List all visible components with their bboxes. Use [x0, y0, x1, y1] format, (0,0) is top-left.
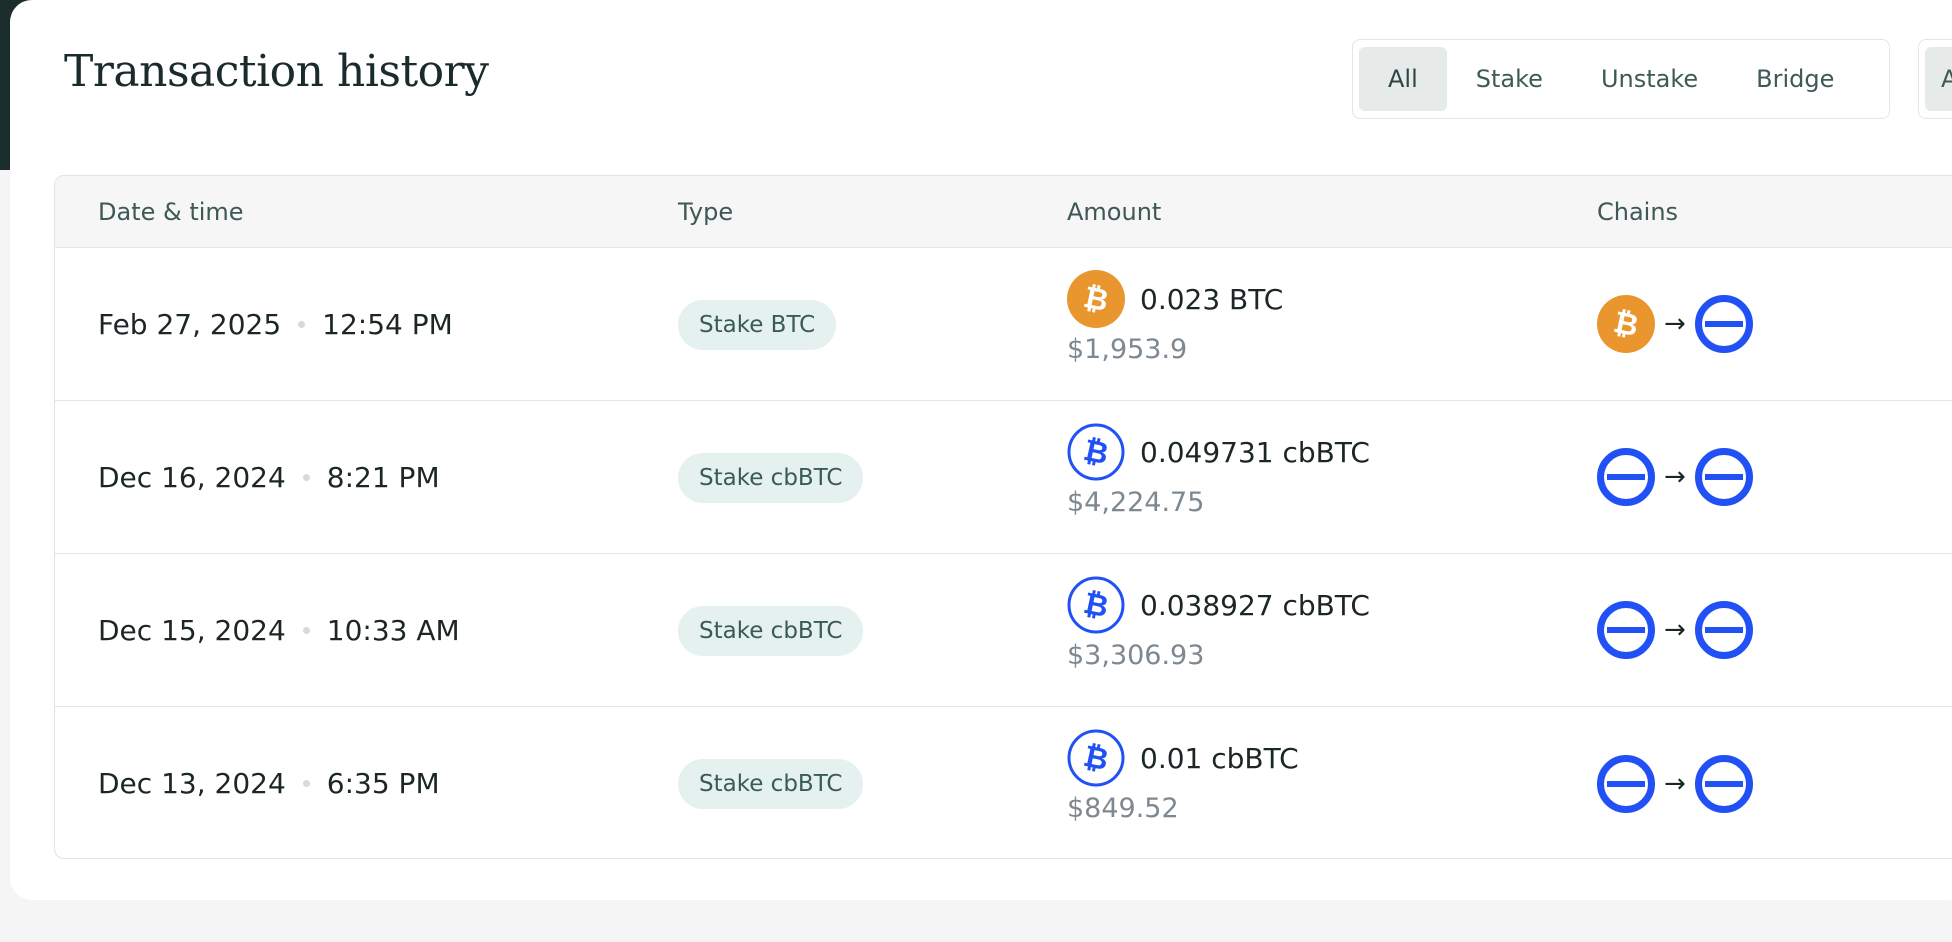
base-chain-icon: [1597, 601, 1655, 659]
time-text: 6:35 PM: [326, 767, 440, 800]
table-row[interactable]: Dec 15, 2024 10:33 AM Stake cbBTC ₿ 0.03…: [55, 554, 1952, 707]
cbbtc-icon: ₿: [1067, 729, 1125, 787]
type-badge: Stake BTC: [678, 300, 837, 350]
time-text: 12:54 PM: [322, 307, 453, 341]
column-header-chains: Chains: [1597, 198, 1679, 226]
amount-cell: ₿ 0.049731 cbBTC $4,224.75: [1067, 423, 1370, 518]
table-header: Date & time Type Amount Chains: [55, 176, 1952, 248]
transactions-table: Date & time Type Amount Chains Feb 27, 2…: [54, 175, 1952, 859]
date-time-cell: Dec 13, 2024 6:35 PM: [98, 707, 440, 858]
amount-cell: ₿ 0.01 cbBTC $849.52: [1067, 729, 1299, 824]
amount-value: 0.038927 cbBTC: [1140, 588, 1370, 622]
base-chain-icon: [1694, 754, 1753, 813]
date-time-cell: Feb 27, 2025 12:54 PM: [98, 248, 453, 400]
amount-value: 0.049731 cbBTC: [1140, 435, 1370, 469]
date-time-cell: Dec 15, 2024 10:33 AM: [98, 554, 460, 706]
base-chain-icon: [1694, 295, 1753, 353]
amount-cell: ₿ 0.038927 cbBTC $3,306.93: [1067, 576, 1370, 671]
column-header-amount: Amount: [1067, 198, 1162, 226]
amount-value: 0.023 BTC: [1140, 282, 1284, 316]
table-row[interactable]: Dec 13, 2024 6:35 PM Stake cbBTC ₿ 0.01 …: [55, 707, 1952, 858]
type-badge: Stake cbBTC: [678, 453, 864, 503]
cbbtc-icon: ₿: [1067, 576, 1125, 634]
chains-cell: →: [1597, 707, 1753, 858]
filter-stake[interactable]: Stake: [1447, 47, 1572, 111]
arrow-right-icon: →: [1664, 462, 1686, 492]
amount-cell: ₿ 0.023 BTC $1,953.9: [1067, 270, 1283, 365]
secondary-filter-group: A: [1918, 39, 1952, 119]
base-chain-icon: [1694, 601, 1753, 659]
arrow-right-icon: →: [1664, 768, 1686, 799]
separator-dot: [298, 320, 306, 328]
separator-dot: [302, 626, 310, 634]
usd-value: $1,953.9: [1067, 334, 1188, 365]
amount-value: 0.01 cbBTC: [1140, 741, 1299, 775]
table-row[interactable]: Feb 27, 2025 12:54 PM Stake BTC ₿ 0.023 …: [55, 248, 1952, 401]
separator-dot: [302, 473, 310, 481]
date-text: Dec 15, 2024: [98, 613, 286, 647]
arrow-right-icon: →: [1664, 309, 1686, 339]
chains-cell: ₿ →: [1597, 248, 1753, 400]
usd-value: $4,224.75: [1067, 487, 1205, 518]
chains-cell: →: [1597, 554, 1753, 706]
base-chain-icon: [1597, 448, 1655, 506]
column-header-date: Date & time: [98, 198, 244, 226]
type-badge: Stake cbBTC: [678, 606, 864, 656]
filter-bridge[interactable]: Bridge: [1727, 47, 1863, 111]
type-badge: Stake cbBTC: [678, 759, 864, 809]
filter-all[interactable]: All: [1359, 47, 1447, 111]
usd-value: $3,306.93: [1067, 640, 1205, 671]
secondary-filter-option[interactable]: A: [1925, 47, 1952, 111]
arrow-right-icon: →: [1664, 615, 1686, 645]
chains-cell: →: [1597, 401, 1753, 553]
date-time-cell: Dec 16, 2024 8:21 PM: [98, 401, 440, 553]
separator-dot: [302, 780, 310, 787]
date-text: Dec 16, 2024: [98, 460, 286, 494]
date-text: Feb 27, 2025: [98, 307, 282, 341]
page-title: Transaction history: [64, 46, 489, 97]
base-chain-icon: [1694, 448, 1753, 506]
table-row[interactable]: Dec 16, 2024 8:21 PM Stake cbBTC ₿ 0.049…: [55, 401, 1952, 554]
filter-unstake[interactable]: Unstake: [1572, 47, 1727, 111]
usd-value: $849.52: [1067, 793, 1179, 824]
column-header-type: Type: [678, 198, 734, 226]
base-chain-icon: [1597, 754, 1655, 813]
bitcoin-icon: ₿: [1067, 270, 1125, 328]
date-text: Dec 13, 2024: [98, 767, 286, 800]
bitcoin-chain-icon: ₿: [1597, 295, 1655, 353]
time-text: 8:21 PM: [326, 460, 440, 494]
cbbtc-icon: ₿: [1067, 423, 1125, 481]
type-filter-group: All Stake Unstake Bridge: [1352, 39, 1890, 119]
time-text: 10:33 AM: [326, 613, 460, 647]
